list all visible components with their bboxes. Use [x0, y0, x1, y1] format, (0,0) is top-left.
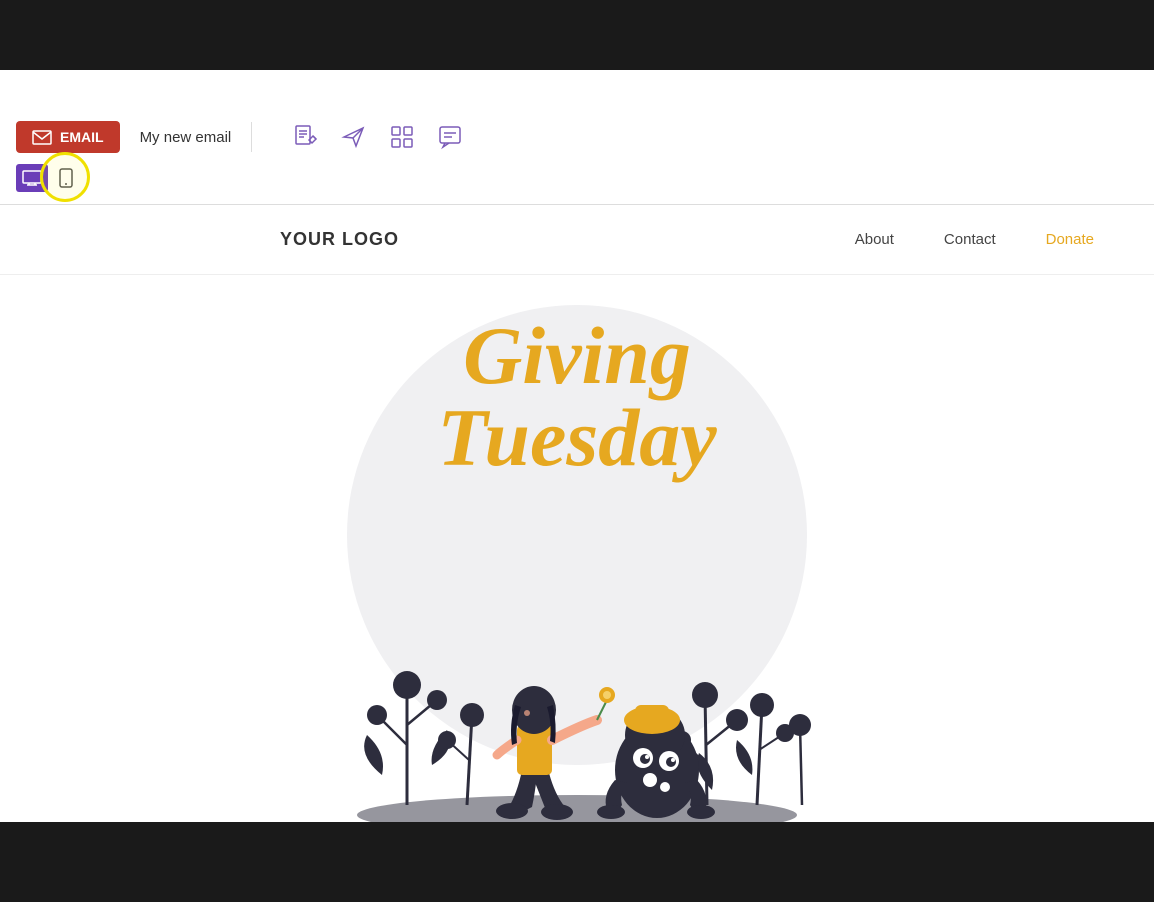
- hero-section: Giving Tuesday: [0, 275, 1154, 822]
- nav-about[interactable]: About: [855, 231, 894, 248]
- document-edit-icon[interactable]: [292, 123, 320, 151]
- device-switcher: [16, 164, 82, 192]
- email-btn-label: EMAIL: [60, 129, 104, 145]
- chat-icon[interactable]: [436, 123, 464, 151]
- hero-content: Giving Tuesday: [0, 295, 1154, 822]
- mail-icon: [32, 130, 52, 145]
- hero-title: Giving Tuesday: [327, 315, 827, 479]
- top-black-bar: [0, 0, 1154, 70]
- preview-navbar: YOUR LOGO About Contact Donate: [0, 205, 1154, 275]
- preview-nav-links: About Contact Donate: [855, 231, 1094, 248]
- giving-tuesday-illustration: [317, 485, 837, 822]
- illustration: [317, 485, 837, 822]
- nav-contact[interactable]: Contact: [944, 231, 996, 248]
- email-button[interactable]: EMAIL: [16, 121, 120, 153]
- mobile-icon: [59, 168, 73, 188]
- desktop-view-button[interactable]: [16, 164, 48, 192]
- toolbar: EMAIL My new email: [0, 70, 1154, 205]
- send-icon[interactable]: [340, 123, 368, 151]
- preview-logo: YOUR LOGO: [280, 229, 399, 250]
- title-line1: Giving: [463, 310, 691, 401]
- grid-icon[interactable]: [388, 123, 416, 151]
- desktop-icon: [22, 170, 42, 186]
- email-name-label: My new email: [140, 129, 232, 146]
- toolbar-icons: [292, 123, 464, 151]
- canvas-preview: YOUR LOGO About Contact Donate Giving Tu…: [0, 205, 1154, 822]
- mobile-view-button[interactable]: [50, 164, 82, 192]
- title-line2: Tuesday: [437, 392, 716, 483]
- toolbar-left: EMAIL My new email: [16, 121, 464, 153]
- toolbar-divider: [251, 122, 252, 152]
- hero-title-container: Giving Tuesday: [327, 315, 827, 479]
- bottom-black-bar: [0, 822, 1154, 902]
- nav-donate[interactable]: Donate: [1046, 231, 1094, 248]
